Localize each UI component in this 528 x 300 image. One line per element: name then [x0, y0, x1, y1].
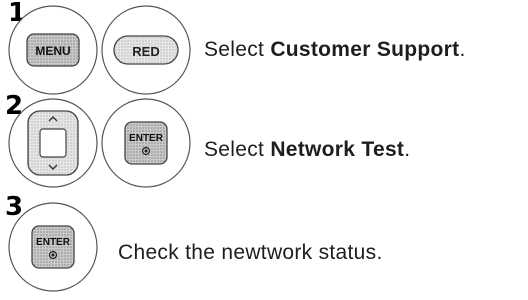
enter-key-icon: ENTER	[124, 121, 168, 165]
step-3: 3 ENTER Check the newtwork status.	[0, 194, 528, 300]
navigation-pad-dial	[7, 97, 99, 189]
menu-key-label: MENU	[35, 44, 70, 58]
red-key-label: RED	[132, 44, 159, 59]
enter-key-dial: ENTER	[7, 201, 99, 293]
step-1: 1 MENU RED Select Customer Support.	[0, 0, 528, 95]
enter-key-label: ENTER	[129, 133, 164, 144]
red-key-dial: RED	[100, 4, 192, 96]
enter-key-dial: ENTER	[100, 97, 192, 189]
enter-key-icon: ENTER	[31, 225, 75, 269]
step-2-instruction: Select Network Test.	[204, 138, 410, 162]
enter-key-label: ENTER	[36, 237, 71, 248]
step-1-instruction: Select Customer Support.	[204, 38, 466, 62]
instruction-prefix: Check the newtwork status.	[118, 241, 383, 264]
step-2: 2 ENTER Select Network Test.	[0, 93, 528, 195]
navigation-pad-icon	[27, 110, 79, 176]
step-3-instruction: Check the newtwork status.	[118, 241, 383, 265]
instruction-prefix: Select	[204, 38, 271, 61]
instruction-highlight: Customer Support	[270, 38, 460, 61]
instruction-suffix: .	[404, 138, 411, 161]
instruction-highlight: Network Test	[270, 138, 405, 161]
red-key-icon: RED	[113, 35, 179, 65]
menu-key-dial: MENU	[7, 4, 99, 96]
instruction-suffix: .	[459, 38, 466, 61]
instruction-prefix: Select	[204, 138, 271, 161]
menu-key-icon: MENU	[26, 33, 80, 67]
